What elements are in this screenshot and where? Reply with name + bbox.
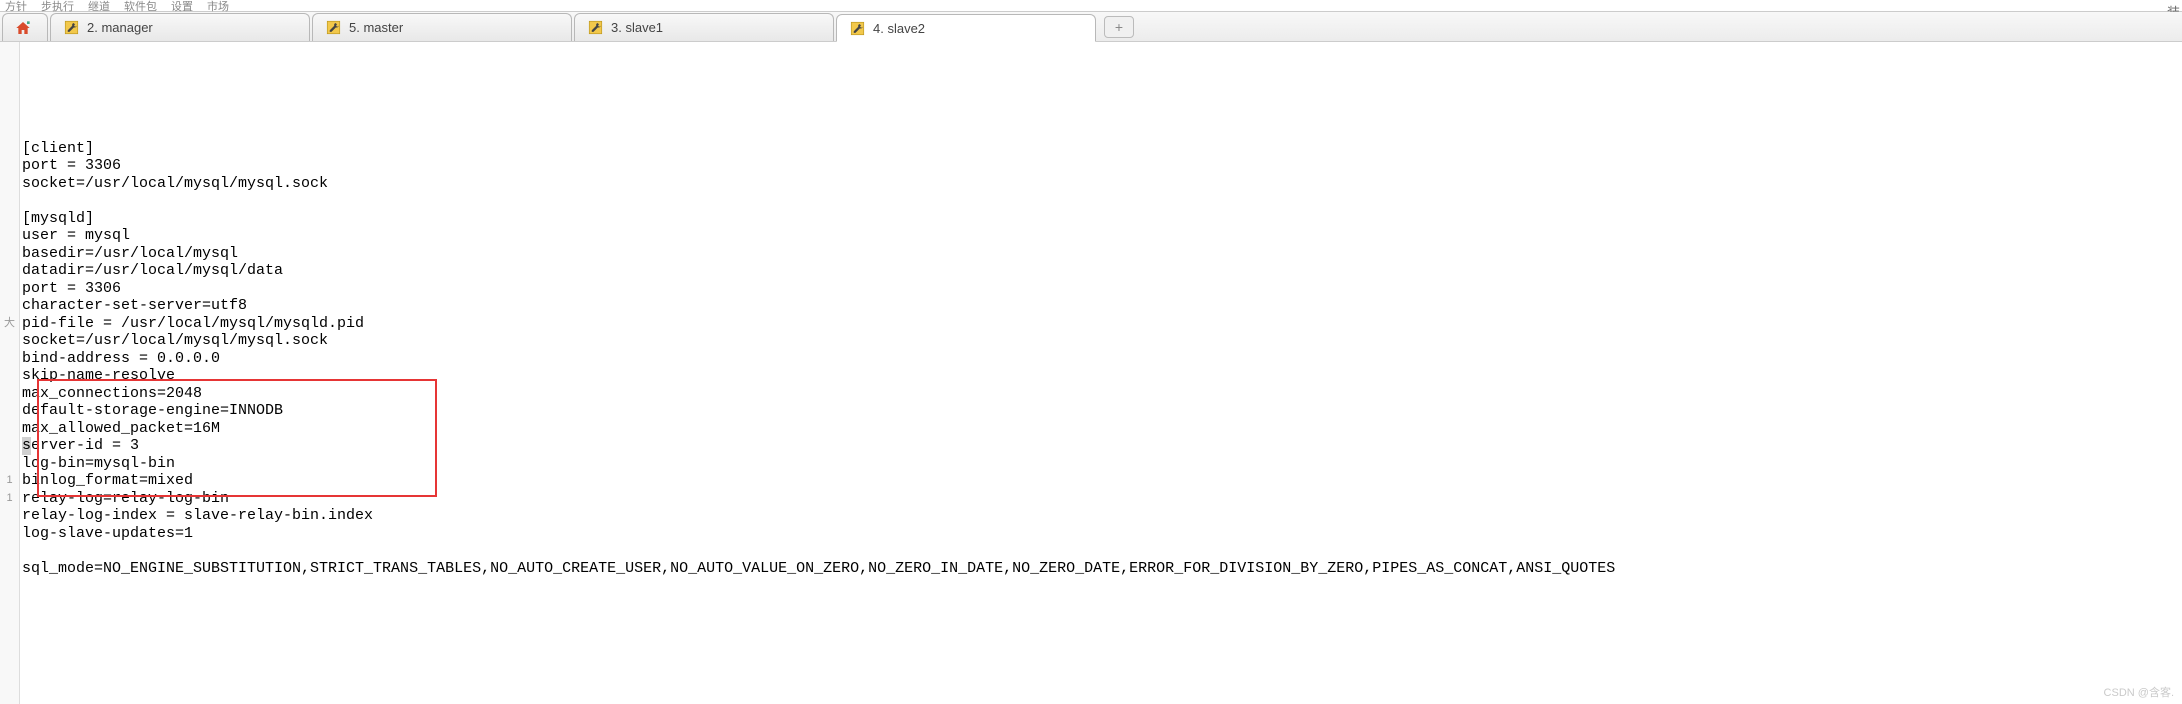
- editor-line: log-slave-updates=1: [22, 525, 2182, 543]
- editor-line: skip-name-resolve: [22, 367, 2182, 385]
- gutter-marker: [0, 455, 19, 473]
- editor-line: max_allowed_packet=16M: [22, 420, 2182, 438]
- editor-line: binlog_format=mixed: [22, 472, 2182, 490]
- editor-line: pid-file = /usr/local/mysql/mysqld.pid: [22, 315, 2182, 333]
- gutter-marker: [0, 157, 19, 175]
- tab-label: 3. slave1: [611, 20, 663, 35]
- editor-line: [mysqld]: [22, 210, 2182, 228]
- editor-line: basedir=/usr/local/mysql: [22, 245, 2182, 263]
- gutter-marker: [0, 210, 19, 228]
- gutter-marker: [0, 280, 19, 298]
- gutter-marker: [0, 87, 19, 105]
- gutter-marker: [0, 332, 19, 350]
- gutter-marker: [0, 245, 19, 263]
- editor-line: max_connections=2048: [22, 385, 2182, 403]
- tab-slave2[interactable]: 4. slave2: [836, 14, 1096, 42]
- watermark: CSDN @含客.: [2104, 684, 2174, 700]
- gutter-marker: [0, 122, 19, 140]
- tab-master[interactable]: 5. master: [312, 13, 572, 41]
- editor-line: relay-log=relay-log-bin: [22, 490, 2182, 508]
- editor-line: log-bin=mysql-bin: [22, 455, 2182, 473]
- code-editor[interactable]: [client]port = 3306socket=/usr/local/mys…: [20, 42, 2182, 704]
- gutter-marker: [0, 297, 19, 315]
- gutter-marker: [0, 402, 19, 420]
- gutter-marker: [0, 105, 19, 123]
- gutter-marker: [0, 367, 19, 385]
- editor-line: [client]: [22, 140, 2182, 158]
- tab-label: 2. manager: [87, 20, 153, 35]
- editor-line: bind-address = 0.0.0.0: [22, 350, 2182, 368]
- editor-line: [22, 192, 2182, 210]
- editor-line: socket=/usr/local/mysql/mysql.sock: [22, 332, 2182, 350]
- content-area: 大11 [client]port = 3306socket=/usr/local…: [0, 42, 2182, 704]
- gutter-marker: [0, 192, 19, 210]
- wrench-icon: [325, 20, 341, 36]
- gutter-marker: [0, 420, 19, 438]
- editor-line: [22, 122, 2182, 140]
- line-gutter: 大 11: [0, 42, 20, 704]
- gutter-marker: [0, 385, 19, 403]
- editor-line: relay-log-index = slave-relay-bin.index: [22, 507, 2182, 525]
- tab-bar: 2. manager 5. master 3. slave1 4. slave2…: [0, 12, 2182, 42]
- tab-label: 5. master: [349, 20, 403, 35]
- tab-manager[interactable]: 2. manager: [50, 13, 310, 41]
- wrench-icon: [587, 20, 603, 36]
- editor-line: user = mysql: [22, 227, 2182, 245]
- top-menu-bar: 方针 步执行 继道 软件包 设置 市场: [0, 0, 2182, 12]
- home-icon: [15, 20, 31, 36]
- gutter-marker: [0, 437, 19, 455]
- gutter-marker: [0, 52, 19, 70]
- editor-line: port = 3306: [22, 157, 2182, 175]
- editor-line: server-id = 3: [22, 437, 2182, 455]
- gutter-marker: [0, 140, 19, 158]
- gutter-marker: 1: [0, 490, 19, 508]
- gutter-marker: 1: [0, 472, 19, 490]
- tab-label: 4. slave2: [873, 21, 925, 36]
- wrench-icon: [849, 20, 865, 36]
- editor-line: default-storage-engine=INNODB: [22, 402, 2182, 420]
- tab-home[interactable]: [2, 13, 48, 41]
- tab-slave1[interactable]: 3. slave1: [574, 13, 834, 41]
- editor-line: socket=/usr/local/mysql/mysql.sock: [22, 175, 2182, 193]
- cursor: s: [22, 437, 31, 455]
- gutter-marker: [0, 70, 19, 88]
- gutter-marker: [0, 262, 19, 280]
- gutter-marker: [0, 175, 19, 193]
- new-tab-button[interactable]: +: [1104, 16, 1134, 38]
- editor-line: character-set-server=utf8: [22, 297, 2182, 315]
- editor-line: sql_mode=NO_ENGINE_SUBSTITUTION,STRICT_T…: [22, 560, 2182, 578]
- editor-line: [22, 105, 2182, 123]
- editor-line: datadir=/usr/local/mysql/data: [22, 262, 2182, 280]
- plus-icon: +: [1115, 19, 1123, 35]
- gutter-marker: [0, 350, 19, 368]
- wrench-icon: [63, 20, 79, 36]
- editor-line: [22, 542, 2182, 560]
- editor-line: port = 3306: [22, 280, 2182, 298]
- gutter-marker: [0, 227, 19, 245]
- gutter-marker: 大: [0, 315, 19, 333]
